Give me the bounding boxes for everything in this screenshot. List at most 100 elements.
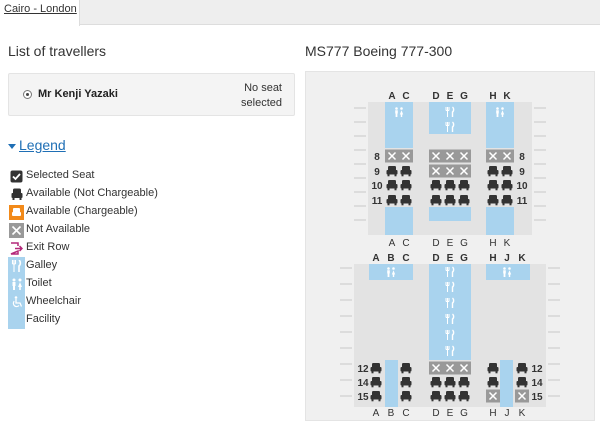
seat-leg: [445, 385, 448, 388]
available-seat[interactable]: [370, 381, 382, 386]
facility-block: [385, 207, 413, 235]
seat-leg: [452, 203, 455, 206]
available-seat[interactable]: [444, 199, 456, 204]
available-seat[interactable]: [444, 184, 456, 189]
seat-leg: [394, 203, 397, 206]
tab-flight-segment[interactable]: Cairo - London: [0, 0, 80, 26]
available-seat[interactable]: [370, 367, 382, 372]
seat-leg: [408, 385, 411, 388]
column-label: C: [402, 91, 409, 102]
row-number: 14: [357, 378, 369, 389]
x-icon: [8, 221, 25, 239]
seat-leg: [431, 203, 434, 206]
column-label: B: [388, 408, 395, 419]
column-label: A: [389, 238, 396, 249]
row-number: 11: [517, 196, 528, 207]
seat-leg: [387, 174, 390, 177]
column-label: D: [432, 91, 439, 102]
seat-leg: [452, 399, 455, 402]
seat-leg: [459, 188, 462, 191]
seat-leg: [438, 399, 441, 402]
legend-toggle[interactable]: Legend: [8, 137, 66, 153]
available-seat[interactable]: [430, 199, 442, 204]
available-seat[interactable]: [487, 170, 499, 175]
available-seat[interactable]: [458, 199, 470, 204]
column-label: G: [460, 253, 468, 264]
available-seat[interactable]: [386, 170, 398, 175]
check-seat-icon: [8, 167, 25, 185]
row-number: 12: [531, 364, 543, 375]
available-seat[interactable]: [516, 381, 528, 386]
seat-leg: [445, 399, 448, 402]
seat-leg: [387, 188, 390, 191]
seat-leg: [459, 399, 462, 402]
legend-item-selected: Selected Seat: [8, 167, 208, 185]
seat-leg: [495, 203, 498, 206]
available-seat[interactable]: [400, 170, 412, 175]
available-seat[interactable]: [516, 367, 528, 372]
available-seat[interactable]: [487, 381, 499, 386]
available-seat[interactable]: [430, 381, 442, 386]
seat-leg: [509, 203, 512, 206]
available-seat[interactable]: [444, 395, 456, 400]
available-seat[interactable]: [501, 184, 513, 189]
seat-leg: [509, 188, 512, 191]
seat-leg: [495, 188, 498, 191]
legend-label: Exit Row: [26, 241, 70, 253]
column-label: D: [432, 253, 439, 264]
seat-leg: [431, 399, 434, 402]
available-seat[interactable]: [370, 395, 382, 400]
available-seat[interactable]: [487, 199, 499, 204]
legend-label: Available (Not Chargeable): [26, 187, 158, 199]
row-number: 15: [357, 392, 369, 403]
column-label: K: [519, 408, 526, 419]
available-seat[interactable]: [430, 184, 442, 189]
seat-leg: [517, 385, 520, 388]
available-seat[interactable]: [458, 381, 470, 386]
available-seat[interactable]: [444, 381, 456, 386]
available-seat[interactable]: [458, 184, 470, 189]
seat-leg: [517, 371, 520, 374]
available-seat[interactable]: [501, 170, 513, 175]
available-seat[interactable]: [400, 184, 412, 189]
available-seat[interactable]: [487, 367, 499, 372]
available-seat[interactable]: [501, 199, 513, 204]
available-seat[interactable]: [386, 199, 398, 204]
legend-label: Selected Seat: [26, 169, 95, 181]
legend-label: Toilet: [26, 277, 52, 289]
seat-leg: [466, 399, 469, 402]
column-label: G: [460, 238, 468, 249]
available-seat[interactable]: [386, 184, 398, 189]
available-seat[interactable]: [400, 395, 412, 400]
available-seat[interactable]: [458, 395, 470, 400]
seat-leg: [452, 385, 455, 388]
seat-leg: [502, 174, 505, 177]
seat-leg: [495, 385, 498, 388]
traveller-name: Mr Kenji Yazaki: [38, 88, 118, 100]
available-seat[interactable]: [400, 367, 412, 372]
legend-item-exit-row: Exit Row: [8, 239, 208, 257]
column-label: E: [447, 238, 454, 249]
available-seat[interactable]: [400, 199, 412, 204]
seat-leg: [394, 188, 397, 191]
column-label: G: [460, 408, 468, 419]
row-number: 10: [516, 181, 528, 192]
seat-leg: [408, 188, 411, 191]
legend-item-galley: Galley: [8, 257, 208, 275]
available-seat[interactable]: [400, 381, 412, 386]
legend-item-chargeable: Available (Chargeable): [8, 203, 208, 221]
available-seat[interactable]: [430, 395, 442, 400]
tab-label: Cairo - London: [4, 3, 77, 15]
column-label: D: [432, 238, 439, 249]
traveller-item[interactable]: Mr Kenji Yazaki No seat selected: [8, 73, 295, 116]
traveller-radio[interactable]: [23, 90, 32, 99]
fork-knife-icon: [8, 257, 25, 275]
seat-leg: [431, 188, 434, 191]
orange-seat-icon: [8, 203, 25, 221]
seat-map: A C D E G H K8 89 910 1011 11A C D E G H KA B C D E G H J K12 121…: [340, 91, 560, 419]
seat-leg: [488, 188, 491, 191]
available-seat[interactable]: [487, 184, 499, 189]
seat-icon: [8, 185, 25, 203]
seat-leg: [488, 385, 491, 388]
seat-leg: [445, 203, 448, 206]
